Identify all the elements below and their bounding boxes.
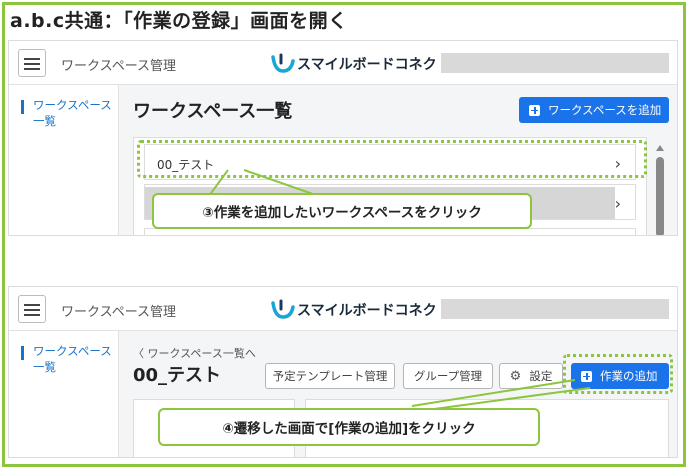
add-workspace-label: ワークスペースを追加 bbox=[548, 103, 662, 117]
scroll-up-icon[interactable] bbox=[656, 145, 664, 151]
active-indicator bbox=[21, 100, 24, 114]
template-manage-label: 予定テンプレート管理 bbox=[272, 369, 388, 383]
logo-text: スマイルボードコネクト bbox=[297, 303, 451, 319]
plus-icon bbox=[529, 104, 540, 116]
user-info-redacted bbox=[441, 53, 669, 73]
chevron-right-icon: › bbox=[614, 194, 621, 213]
sidebar: ワークスペース一覧 bbox=[9, 331, 119, 457]
logo-text: スマイルボードコネクト bbox=[297, 57, 451, 73]
sidebar-item-workspace-list[interactable]: ワークスペース一覧 bbox=[33, 97, 115, 129]
highlight-workspace-row bbox=[137, 140, 647, 178]
sidebar: ワークスペース一覧 bbox=[9, 85, 119, 235]
active-indicator bbox=[21, 346, 24, 360]
logo-mark-icon bbox=[271, 299, 295, 319]
workspace-row[interactable] bbox=[144, 228, 636, 235]
template-manage-button[interactable]: 予定テンプレート管理 bbox=[265, 363, 395, 389]
group-manage-button[interactable]: グループ管理 bbox=[403, 363, 493, 389]
breadcrumb-back-link[interactable]: 〈 ワークスペース一覧へ bbox=[133, 345, 256, 361]
top-bar: ワークスペース管理 スマイルボードコネクト bbox=[9, 287, 677, 331]
page-heading: a.b.c共通：「作業の登録」画面を開く bbox=[10, 10, 348, 32]
workspace-title: 00_テスト bbox=[133, 365, 222, 386]
brand-logo: スマイルボードコネクト bbox=[269, 49, 451, 77]
hamburger-menu-icon[interactable] bbox=[18, 295, 46, 323]
callout-step-3: ③作業を追加したいワークスペースをクリック bbox=[152, 193, 532, 229]
add-workspace-button[interactable]: ワークスペースを追加 bbox=[519, 97, 669, 123]
page-title: ワークスペース一覧 bbox=[133, 101, 293, 122]
callout-step-4: ④遷移した画面で[作業の追加]をクリック bbox=[158, 408, 540, 446]
sidebar-item-workspace-list[interactable]: ワークスペース一覧 bbox=[33, 343, 115, 375]
top-bar: ワークスペース管理 スマイルボードコネクト bbox=[9, 41, 677, 85]
scrollbar[interactable] bbox=[655, 145, 665, 235]
settings-button[interactable]: ⚙ 設定 bbox=[499, 363, 563, 389]
logo-mark-icon bbox=[271, 53, 295, 73]
app-title: ワークスペース管理 bbox=[61, 305, 177, 320]
hamburger-menu-icon[interactable] bbox=[18, 49, 46, 77]
settings-label: 設定 bbox=[529, 369, 553, 383]
scroll-thumb[interactable] bbox=[656, 157, 664, 235]
user-info-redacted bbox=[441, 299, 669, 319]
brand-logo: スマイルボードコネクト bbox=[269, 295, 451, 323]
app-title: ワークスペース管理 bbox=[61, 59, 177, 74]
group-manage-label: グループ管理 bbox=[413, 369, 483, 383]
highlight-add-task-button bbox=[563, 354, 673, 394]
gear-icon: ⚙ bbox=[509, 368, 522, 384]
